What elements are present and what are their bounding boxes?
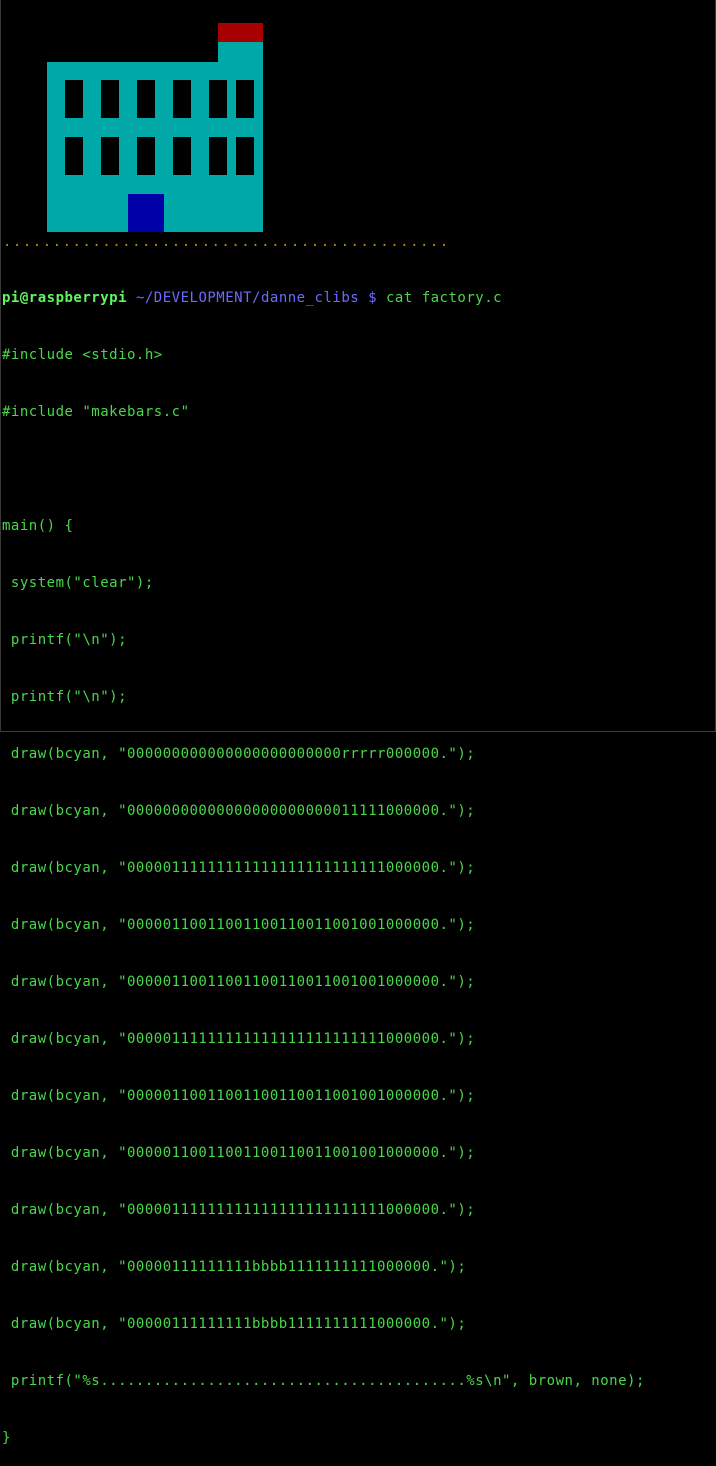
ground-dots: ........................................… <box>3 234 450 250</box>
code-line: #include <stdio.h> <box>2 347 163 363</box>
code-line: draw(bcyan, "00000111111111bbbb111111111… <box>2 1316 467 1332</box>
code-line: draw(bcyan, "000001111111111111111111111… <box>2 1031 476 1047</box>
window <box>137 80 155 118</box>
window <box>209 80 227 118</box>
code-line: draw(bcyan, "000000000000000000000000rrr… <box>2 746 476 762</box>
code-line: draw(bcyan, "000001111111111111111111111… <box>2 860 476 876</box>
window <box>236 137 254 175</box>
chimney <box>218 42 263 62</box>
code-line: draw(bcyan, "000001111111111111111111111… <box>2 1202 476 1218</box>
window <box>137 137 155 175</box>
code-line: system("clear"); <box>2 575 154 591</box>
code-line: printf("%s..............................… <box>2 1373 645 1389</box>
window <box>65 80 83 118</box>
window <box>209 137 227 175</box>
prompt-symbol: $ <box>368 290 378 306</box>
code-line: draw(bcyan, "000001100110011001100110010… <box>2 974 476 990</box>
prompt-path: ~/DEVELOPMENT/danne_clibs <box>135 290 360 306</box>
code-line: draw(bcyan, "00000111111111bbbb111111111… <box>2 1259 467 1275</box>
code-line: main() { <box>2 518 74 534</box>
factory-ascii-art <box>47 23 263 232</box>
window <box>236 80 254 118</box>
window <box>101 80 119 118</box>
window <box>173 137 191 175</box>
prompt-user-host: pi@raspberrypi <box>2 290 128 306</box>
code-line: draw(bcyan, "000001100110011001100110010… <box>2 917 476 933</box>
code-line: #include "makebars.c" <box>2 404 190 420</box>
chimney-top <box>218 23 263 42</box>
command-prompt-line: pi@raspberrypi ~/DEVELOPMENT/danne_clibs… <box>2 289 645 308</box>
code-line: draw(bcyan, "000000000000000000000000111… <box>2 803 476 819</box>
code-line: draw(bcyan, "000001100110011001100110010… <box>2 1088 476 1104</box>
window <box>101 137 119 175</box>
factory-door <box>128 194 164 232</box>
code-line: printf("\n"); <box>2 632 128 648</box>
code-line: draw(bcyan, "000001100110011001100110010… <box>2 1145 476 1161</box>
terminal-output[interactable]: pi@raspberrypi ~/DEVELOPMENT/danne_clibs… <box>2 251 645 1466</box>
window <box>173 80 191 118</box>
prompt-command: cat factory.c <box>385 290 503 306</box>
code-line: printf("\n"); <box>2 689 128 705</box>
code-line: } <box>2 1430 11 1446</box>
window <box>65 137 83 175</box>
